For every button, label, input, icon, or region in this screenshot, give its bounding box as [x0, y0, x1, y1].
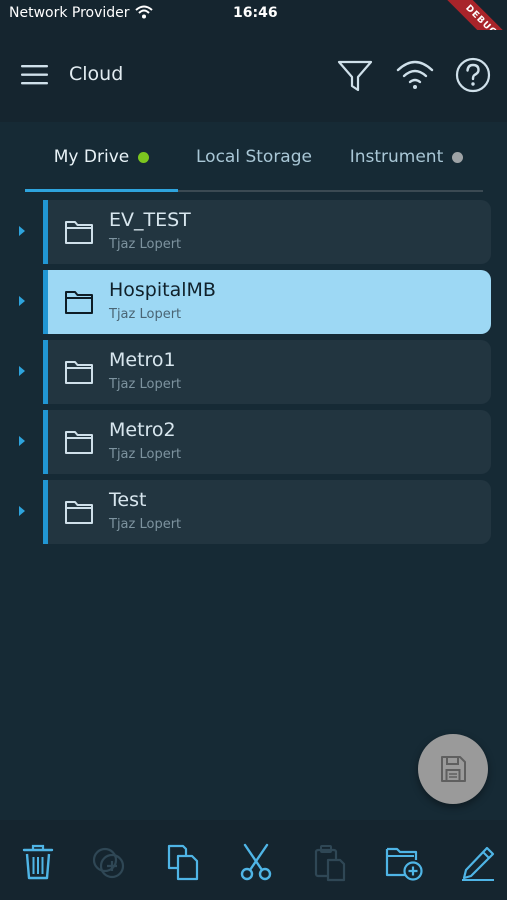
list-item: Metro1 Tjaz Lopert [0, 340, 507, 404]
tab-local-storage[interactable]: Local Storage [178, 122, 330, 192]
app-bar: Cloud [0, 30, 507, 122]
expand-arrow-icon[interactable] [19, 436, 25, 446]
folder-card[interactable]: Metro2 Tjaz Lopert [43, 410, 491, 474]
folder-icon [65, 361, 93, 384]
folder-name: EV_TEST [109, 209, 191, 231]
tab-my-drive[interactable]: My Drive [25, 122, 178, 192]
list-item: HospitalMB Tjaz Lopert [0, 270, 507, 334]
folder-name: Metro2 [109, 419, 176, 441]
new-folder-icon[interactable] [384, 842, 424, 882]
expand-arrow-icon[interactable] [19, 366, 25, 376]
list-item: Metro2 Tjaz Lopert [0, 410, 507, 474]
folder-owner: Tjaz Lopert [109, 377, 182, 392]
folder-owner: Tjaz Lopert [109, 237, 182, 252]
status-dot-offline [452, 151, 464, 163]
trash-icon[interactable] [18, 842, 58, 882]
filter-icon[interactable] [336, 57, 374, 95]
content-area: My Drive Local Storage Instrument EV_TES… [0, 122, 507, 820]
folder-card-selected[interactable]: HospitalMB Tjaz Lopert [43, 270, 491, 334]
folder-name: Test [109, 489, 147, 511]
help-icon[interactable] [455, 57, 491, 93]
tab-label: Local Storage [196, 147, 312, 167]
folder-card[interactable]: Metro1 Tjaz Lopert [43, 340, 491, 404]
folder-icon [65, 501, 93, 524]
tab-label: Instrument [349, 147, 444, 167]
folder-icon [65, 431, 93, 454]
tab-label: My Drive [53, 147, 130, 167]
folder-owner: Tjaz Lopert [109, 307, 182, 322]
folder-card[interactable]: EV_TEST Tjaz Lopert [43, 200, 491, 264]
folder-owner: Tjaz Lopert [109, 517, 182, 532]
cut-icon[interactable] [236, 842, 276, 882]
folder-name: HospitalMB [109, 279, 216, 301]
paste-icon[interactable] [310, 842, 350, 882]
status-dot-online [138, 151, 150, 163]
folder-name: Metro1 [109, 349, 176, 371]
clock: 16:46 [233, 5, 278, 21]
status-bar: Network Provider 16:46 DEBUG [0, 0, 507, 70]
tab-bar: My Drive Local Storage Instrument [25, 122, 483, 192]
wifi-icon[interactable] [396, 58, 434, 92]
folder-owner: Tjaz Lopert [109, 447, 182, 462]
expand-arrow-icon[interactable] [19, 296, 25, 306]
expand-arrow-icon[interactable] [19, 226, 25, 236]
folder-icon [65, 221, 93, 244]
status-wifi-icon [135, 5, 153, 19]
carrier-label: Network Provider [9, 5, 130, 21]
tab-instrument[interactable]: Instrument [330, 122, 483, 192]
expand-arrow-icon[interactable] [19, 506, 25, 516]
folder-card[interactable]: Test Tjaz Lopert [43, 480, 491, 544]
add-copy-icon[interactable] [90, 842, 130, 882]
save-icon [441, 756, 466, 782]
bottom-toolbar [0, 820, 507, 900]
save-button[interactable] [418, 734, 488, 804]
list-item: EV_TEST Tjaz Lopert [0, 200, 507, 264]
list-item: Test Tjaz Lopert [0, 480, 507, 544]
tab-indicator [25, 189, 178, 192]
copy-icon[interactable] [163, 842, 203, 882]
edit-icon[interactable] [458, 842, 498, 882]
folder-icon [65, 291, 93, 314]
page-title: Cloud [69, 63, 124, 85]
menu-icon[interactable] [20, 62, 50, 88]
